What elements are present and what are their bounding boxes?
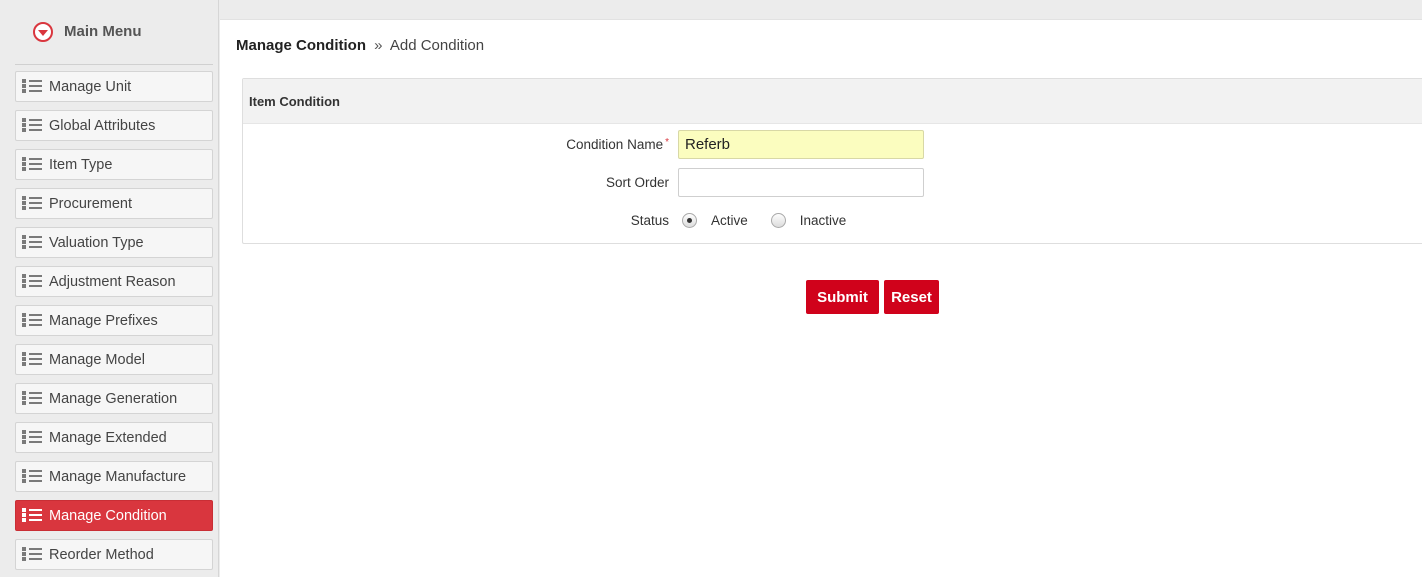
sidebar-item-label: Manage Generation (49, 390, 178, 407)
list-icon (22, 546, 42, 562)
list-icon (22, 312, 42, 328)
sort-order-row: Sort Order (243, 168, 924, 197)
breadcrumb-separator: » (374, 37, 383, 54)
required-asterisk: * (665, 137, 669, 148)
sidebar-item-label: Adjustment Reason (49, 273, 176, 290)
sidebar-item-label: Reorder Method (49, 546, 154, 563)
sidebar-item-adjustment-reason[interactable]: Adjustment Reason (15, 266, 213, 297)
list-icon (22, 507, 42, 523)
list-icon (22, 273, 42, 289)
list-icon (22, 117, 42, 133)
status-radio-group: Active Inactive (682, 213, 869, 228)
sidebar-item-label: Manage Prefixes (49, 312, 158, 329)
sidebar-item-procurement[interactable]: Procurement (15, 188, 213, 219)
sidebar-item-label: Manage Extended (49, 429, 167, 446)
sidebar-item-manage-manufacture[interactable]: Manage Manufacture (15, 461, 213, 492)
sidebar-item-manage-prefixes[interactable]: Manage Prefixes (15, 305, 213, 336)
condition-name-label: Condition Name * (243, 137, 678, 152)
list-icon (22, 390, 42, 406)
sidebar-item-valuation-type[interactable]: Valuation Type (15, 227, 213, 258)
submit-button[interactable]: Submit (806, 280, 879, 314)
sidebar-item-manage-model[interactable]: Manage Model (15, 344, 213, 375)
main-content: Manage Condition » Add Condition Item Co… (220, 19, 1422, 577)
sidebar-item-label: Manage Manufacture (49, 468, 187, 485)
sidebar-item-reorder-method[interactable]: Reorder Method (15, 539, 213, 570)
sidebar: Main Menu Manage Unit Global Attributes It… (0, 0, 219, 577)
status-active-radio[interactable] (682, 213, 697, 228)
sidebar-item-label: Valuation Type (49, 234, 144, 251)
list-icon (22, 78, 42, 94)
breadcrumb: Manage Condition » Add Condition (236, 37, 484, 54)
sidebar-item-label: Item Type (49, 156, 113, 173)
sidebar-item-manage-extended[interactable]: Manage Extended (15, 422, 213, 453)
sidebar-item-label: Global Attributes (49, 117, 156, 134)
list-icon (22, 429, 42, 445)
reset-button[interactable]: Reset (884, 280, 939, 314)
sidebar-item-label: Manage Unit (49, 78, 132, 95)
sort-order-label: Sort Order (605, 175, 669, 190)
sidebar-item-global-attributes[interactable]: Global Attributes (15, 110, 213, 141)
sidebar-item-manage-condition[interactable]: Manage Condition (15, 500, 213, 531)
status-inactive-radio[interactable] (770, 213, 786, 228)
condition-name-input[interactable] (678, 130, 924, 159)
radio-selected-dot (687, 218, 692, 223)
condition-name-label-text: Condition Name (566, 137, 664, 152)
list-icon (22, 351, 42, 367)
status-row: Status Active Inactive (243, 213, 869, 228)
list-icon (22, 468, 42, 484)
sidebar-item-label: Manage Model (49, 351, 145, 368)
breadcrumb-page: Add Condition (389, 37, 485, 54)
sidebar-item-manage-unit[interactable]: Manage Unit (15, 71, 213, 102)
list-icon (22, 156, 42, 172)
chevron-down-circle-icon[interactable] (33, 21, 53, 42)
menu-list: Manage Unit Global Attributes Item Type Pro… (15, 71, 213, 577)
sidebar-item-item-type[interactable]: Item Type (15, 149, 213, 180)
main-menu-header[interactable]: Main Menu (0, 0, 218, 63)
sort-order-input[interactable] (678, 168, 924, 197)
panel-title: Item Condition (243, 79, 1422, 124)
status-inactive-label[interactable]: Inactive (800, 213, 847, 228)
status-label: Status (630, 213, 669, 228)
sidebar-item-manage-generation[interactable]: Manage Generation (15, 383, 213, 414)
status-active-label[interactable]: Active (711, 213, 748, 228)
menu-divider (15, 64, 213, 65)
list-icon (22, 195, 42, 211)
item-condition-panel: Item Condition Condition Name* Sort Orde… (242, 78, 1422, 244)
sidebar-item-label: Manage Condition (49, 507, 167, 524)
breadcrumb-section-link[interactable]: Manage Condition (236, 37, 366, 54)
sidebar-item-label: Procurement (49, 195, 133, 212)
main-menu-title: Main Menu (64, 23, 142, 40)
list-icon (22, 234, 42, 250)
condition-name-row: Condition Name * (243, 130, 924, 159)
